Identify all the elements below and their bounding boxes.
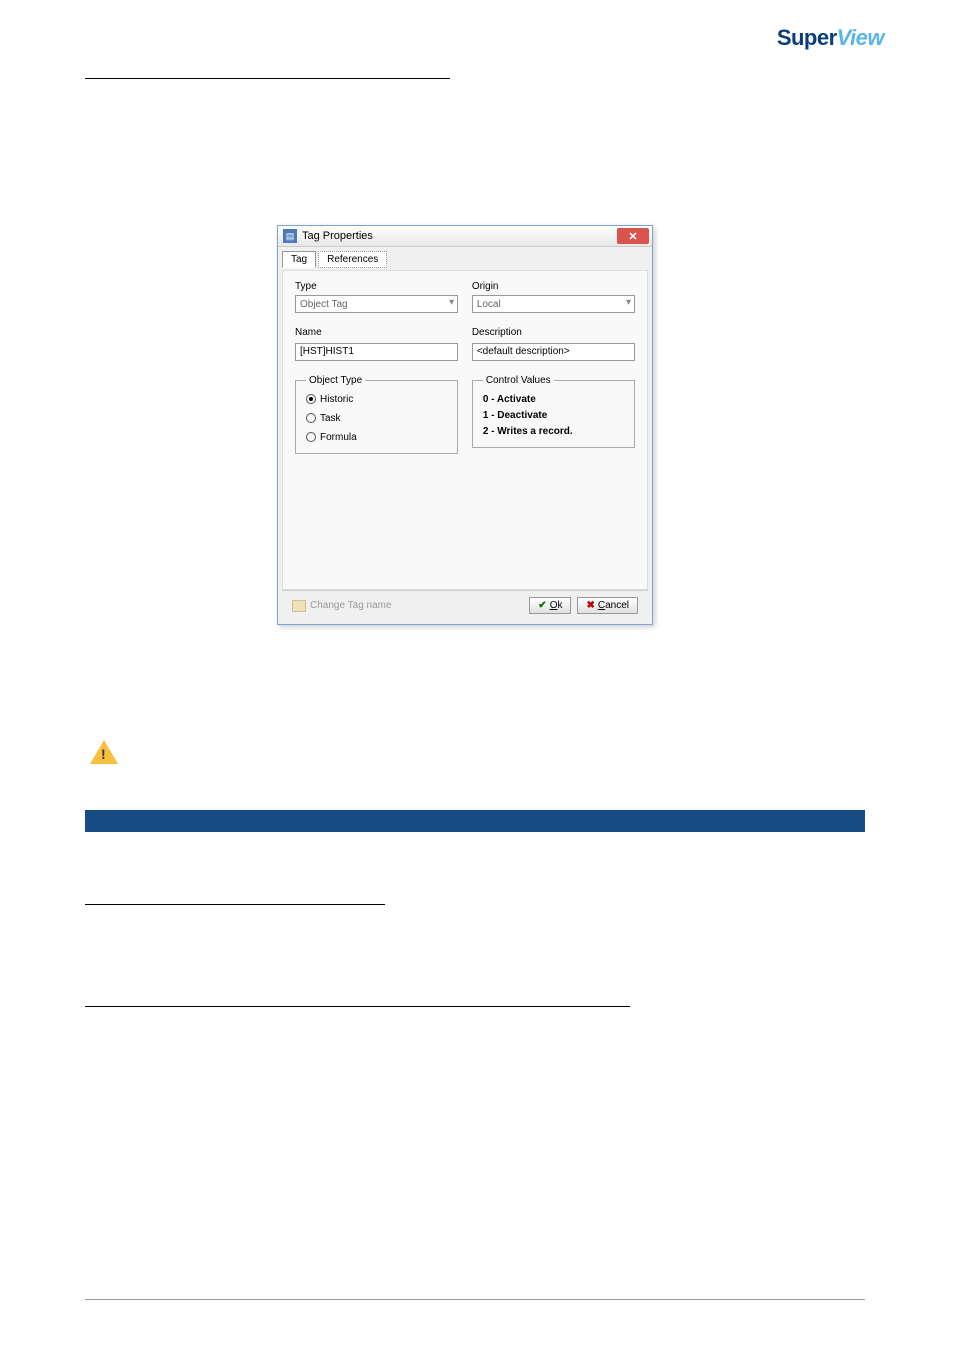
check-icon: ✔ bbox=[538, 600, 546, 611]
radio-historic-label: Historic bbox=[320, 394, 353, 405]
change-tag-name-label: Change Tag name bbox=[310, 600, 392, 611]
radio-formula[interactable]: Formula bbox=[306, 432, 447, 443]
radio-formula-label: Formula bbox=[320, 432, 357, 443]
control-value-1: 1 - Deactivate bbox=[483, 410, 624, 421]
footer-divider bbox=[85, 1299, 865, 1300]
type-label: Type bbox=[295, 281, 458, 292]
description-label: Description bbox=[472, 327, 635, 338]
description-input[interactable] bbox=[472, 343, 635, 361]
tab-tag[interactable]: Tag bbox=[282, 251, 316, 268]
x-icon: ✖ bbox=[586, 600, 594, 611]
radio-task-label: Task bbox=[320, 413, 341, 424]
radio-task[interactable]: Task bbox=[306, 413, 447, 424]
control-values-fieldset: Control Values 0 - Activate 1 - Deactiva… bbox=[472, 375, 635, 448]
close-icon: ✕ bbox=[628, 230, 637, 243]
logo: SuperView bbox=[777, 25, 884, 51]
object-type-fieldset: Object Type Historic Task bbox=[295, 375, 458, 454]
close-button[interactable]: ✕ bbox=[617, 228, 649, 244]
radio-icon bbox=[306, 413, 316, 423]
origin-label: Origin bbox=[472, 281, 635, 292]
section-header-bar bbox=[85, 810, 865, 832]
logo-text-main: Super bbox=[777, 25, 837, 50]
cancel-label: Cancel bbox=[598, 600, 629, 611]
warning-icon bbox=[90, 740, 118, 768]
subsection-underline-2 bbox=[85, 1006, 630, 1007]
logo-text-accent: View bbox=[837, 25, 884, 50]
tab-references[interactable]: References bbox=[318, 251, 387, 268]
radio-historic[interactable]: Historic bbox=[306, 394, 447, 405]
section-underline bbox=[85, 78, 450, 79]
cancel-button[interactable]: ✖ Cancel bbox=[577, 597, 638, 614]
tag-properties-dialog: ▤ Tag Properties ✕ Tag References Type O… bbox=[277, 225, 653, 625]
ok-label: Ok bbox=[550, 600, 563, 611]
name-label: Name bbox=[295, 327, 458, 338]
subsection-underline-1 bbox=[85, 904, 385, 905]
origin-dropdown[interactable]: Local bbox=[472, 295, 635, 313]
tab-strip: Tag References bbox=[282, 251, 648, 268]
radio-icon bbox=[306, 432, 316, 442]
radio-icon bbox=[306, 394, 316, 404]
type-dropdown[interactable]: Object Tag bbox=[295, 295, 458, 313]
dialog-body: Tag References Type Object Tag Origin Lo… bbox=[278, 247, 652, 624]
change-tag-name-button[interactable]: Change Tag name bbox=[292, 600, 392, 612]
ok-button[interactable]: ✔ Ok bbox=[529, 597, 571, 614]
dialog-content: Type Object Tag Origin Local Name Descri… bbox=[282, 270, 648, 590]
control-value-2: 2 - Writes a record. bbox=[483, 426, 624, 437]
dialog-title-text: Tag Properties bbox=[302, 230, 373, 242]
name-input[interactable] bbox=[295, 343, 458, 361]
rename-icon bbox=[292, 600, 306, 612]
dialog-footer: Change Tag name ✔ Ok ✖ Cancel bbox=[282, 590, 648, 620]
object-type-legend: Object Type bbox=[306, 375, 365, 386]
dialog-titlebar: ▤ Tag Properties ✕ bbox=[278, 226, 652, 247]
dialog-title-icon: ▤ bbox=[283, 229, 297, 243]
control-values-legend: Control Values bbox=[483, 375, 554, 386]
control-value-0: 0 - Activate bbox=[483, 394, 624, 405]
